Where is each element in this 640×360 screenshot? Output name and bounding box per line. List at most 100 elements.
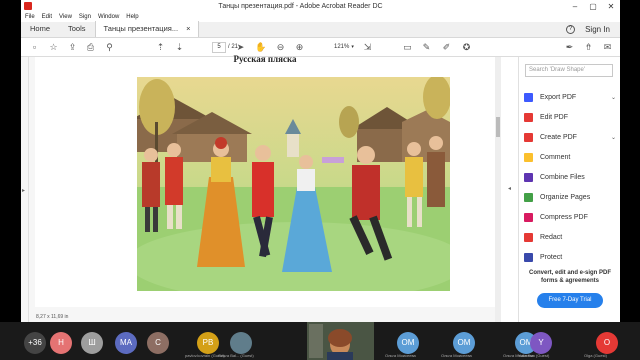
acrobat-app-icon: [24, 2, 32, 10]
promo-text: Convert, edit and e-sign PDF forms & agr…: [519, 269, 620, 285]
previous-page-icon[interactable]: ⇡: [155, 42, 166, 53]
chevron-down-icon[interactable]: ⌄: [611, 94, 616, 101]
participant-avatar[interactable]: О: [596, 332, 618, 354]
participant-name: Ольга Моисеева: [441, 353, 472, 358]
minimize-button[interactable]: –: [566, 2, 584, 11]
tool-icon: [524, 212, 533, 222]
participant-avatar[interactable]: ОМ: [453, 332, 475, 354]
tool-label: Comment: [540, 153, 571, 161]
tool-list: Export PDF ⌄ Edit PDF Create PDF ⌄ Comment Com…: [524, 87, 616, 267]
page-heading: Русская пляска: [233, 54, 297, 64]
promo-line-1: Convert, edit and e-sign PDF: [528, 270, 611, 276]
comment-icon[interactable]: ▭: [402, 42, 413, 53]
participant-name: Ольга Моисеева: [385, 353, 416, 358]
tab-tools[interactable]: Tools: [59, 21, 95, 37]
tool-combine-files[interactable]: Combine Files: [524, 167, 616, 187]
tool-label: Export PDF: [540, 93, 577, 101]
dance-illustration: [137, 77, 450, 291]
maximize-button[interactable]: ▢: [584, 2, 602, 11]
tool-protect[interactable]: Protect: [524, 247, 616, 267]
tool-organize-pages[interactable]: Organize Pages: [524, 187, 616, 207]
fit-page-icon[interactable]: ⇲: [362, 42, 373, 53]
tool-label: Redact: [540, 233, 563, 241]
print-icon[interactable]: ⎙: [85, 42, 96, 53]
draw-icon[interactable]: ✐: [441, 42, 452, 53]
tool-export-pdf[interactable]: Export PDF ⌄: [524, 87, 616, 107]
free-trial-button[interactable]: Free 7-Day Trial: [537, 293, 603, 308]
participant-name: Yulia Kon (Guest): [518, 353, 550, 358]
pdf-page: Русская пляска: [35, 54, 495, 307]
tool-create-pdf[interactable]: Create PDF ⌄: [524, 127, 616, 147]
tool-icon: [524, 232, 533, 242]
participant-name: Ольга Bal... (Guest): [218, 353, 254, 358]
save-icon[interactable]: ▫: [29, 42, 40, 53]
highlight-pen-icon[interactable]: ✎: [421, 42, 432, 53]
sign-icon[interactable]: ✒: [564, 42, 575, 53]
search-icon[interactable]: ⚲: [104, 42, 115, 53]
tool-redact[interactable]: Redact: [524, 227, 616, 247]
tab-document[interactable]: Танцы презентация... ×: [94, 21, 200, 37]
stamp-icon[interactable]: ✪: [461, 42, 472, 53]
promo-line-2: forms & agreements: [540, 278, 600, 284]
menu-edit[interactable]: Edit: [42, 14, 52, 20]
tool-label: Protect: [540, 253, 563, 261]
tools-pane: Search 'Draw Shape' Export PDF ⌄ Edit PDF C…: [518, 57, 620, 322]
next-page-icon[interactable]: ⇣: [174, 42, 185, 53]
tool-edit-pdf[interactable]: Edit PDF: [524, 107, 616, 127]
send-icon[interactable]: ✉: [602, 42, 613, 53]
menu-sign[interactable]: Sign: [79, 14, 91, 20]
upload-icon[interactable]: ⇪: [67, 42, 78, 53]
expand-left-panel-icon[interactable]: ▸: [22, 187, 25, 194]
tool-icon: [524, 132, 533, 142]
select-cursor-icon[interactable]: ➤: [235, 42, 246, 53]
hand-tool-icon[interactable]: ✋: [255, 42, 266, 53]
document-area[interactable]: ▸ Русская пляска 8,27 x 11,69 in: [21, 54, 501, 322]
tool-comment[interactable]: Comment: [524, 147, 616, 167]
more-participants-badge[interactable]: +36: [24, 332, 46, 354]
chevron-down-icon[interactable]: ⌄: [611, 134, 616, 141]
tool-icon: [524, 192, 533, 202]
help-icon[interactable]: ?: [566, 24, 576, 34]
menu-file[interactable]: File: [25, 14, 35, 20]
participant-avatar[interactable]: МА: [115, 332, 137, 354]
participant-avatar[interactable]: [230, 332, 252, 354]
tool-icon: [524, 172, 533, 182]
participant-name: Olga (Guest): [584, 353, 607, 358]
tool-label: Create PDF: [540, 133, 577, 141]
participant-avatar[interactable]: Н: [50, 332, 72, 354]
tool-label: Organize Pages: [540, 193, 591, 201]
tool-label: Edit PDF: [540, 113, 569, 121]
tool-icon: [524, 92, 533, 102]
close-window-button[interactable]: ✕: [602, 2, 620, 11]
tool-icon: [524, 112, 533, 122]
vertical-scrollbar[interactable]: [495, 57, 501, 322]
participant-avatar[interactable]: Ш: [81, 332, 103, 354]
scrollbar-thumb[interactable]: [496, 117, 500, 137]
participant-avatar[interactable]: ОМ: [397, 332, 419, 354]
bookmark-star-icon[interactable]: ☆: [48, 42, 59, 53]
tool-search-input[interactable]: Search 'Draw Shape': [525, 64, 613, 77]
left-panel-toggle[interactable]: ▸: [21, 57, 29, 322]
menu-help[interactable]: Help: [126, 14, 138, 20]
page-number-input[interactable]: 5: [212, 42, 226, 53]
menu-window[interactable]: Window: [98, 14, 119, 20]
close-tab-button[interactable]: ×: [186, 21, 190, 37]
tool-label: Combine Files: [540, 173, 585, 181]
menu-view[interactable]: View: [59, 14, 72, 20]
tab-bar: Home Tools Танцы презентация... × ? Sign…: [21, 21, 620, 38]
tool-label: Compress PDF: [540, 213, 588, 221]
tab-home[interactable]: Home: [21, 21, 59, 37]
zoom-in-icon[interactable]: ⊕: [294, 42, 305, 53]
collapse-right-pane-icon[interactable]: ◂: [508, 185, 511, 192]
participant-avatar[interactable]: PB: [197, 332, 219, 354]
share-icon[interactable]: ⇮: [583, 42, 594, 53]
tool-compress-pdf[interactable]: Compress PDF: [524, 207, 616, 227]
zoom-level-select[interactable]: 121%: [334, 42, 356, 53]
zoom-out-icon[interactable]: ⊖: [275, 42, 286, 53]
screen: Танцы презентация.pdf - Adobe Acrobat Re…: [0, 0, 640, 360]
sign-in-button[interactable]: Sign In: [585, 25, 610, 34]
window-title: Танцы презентация.pdf - Adobe Acrobat Re…: [218, 2, 383, 10]
tool-icon: [524, 252, 533, 262]
participant-avatar[interactable]: Y: [530, 332, 552, 354]
participant-avatar[interactable]: С: [147, 332, 169, 354]
